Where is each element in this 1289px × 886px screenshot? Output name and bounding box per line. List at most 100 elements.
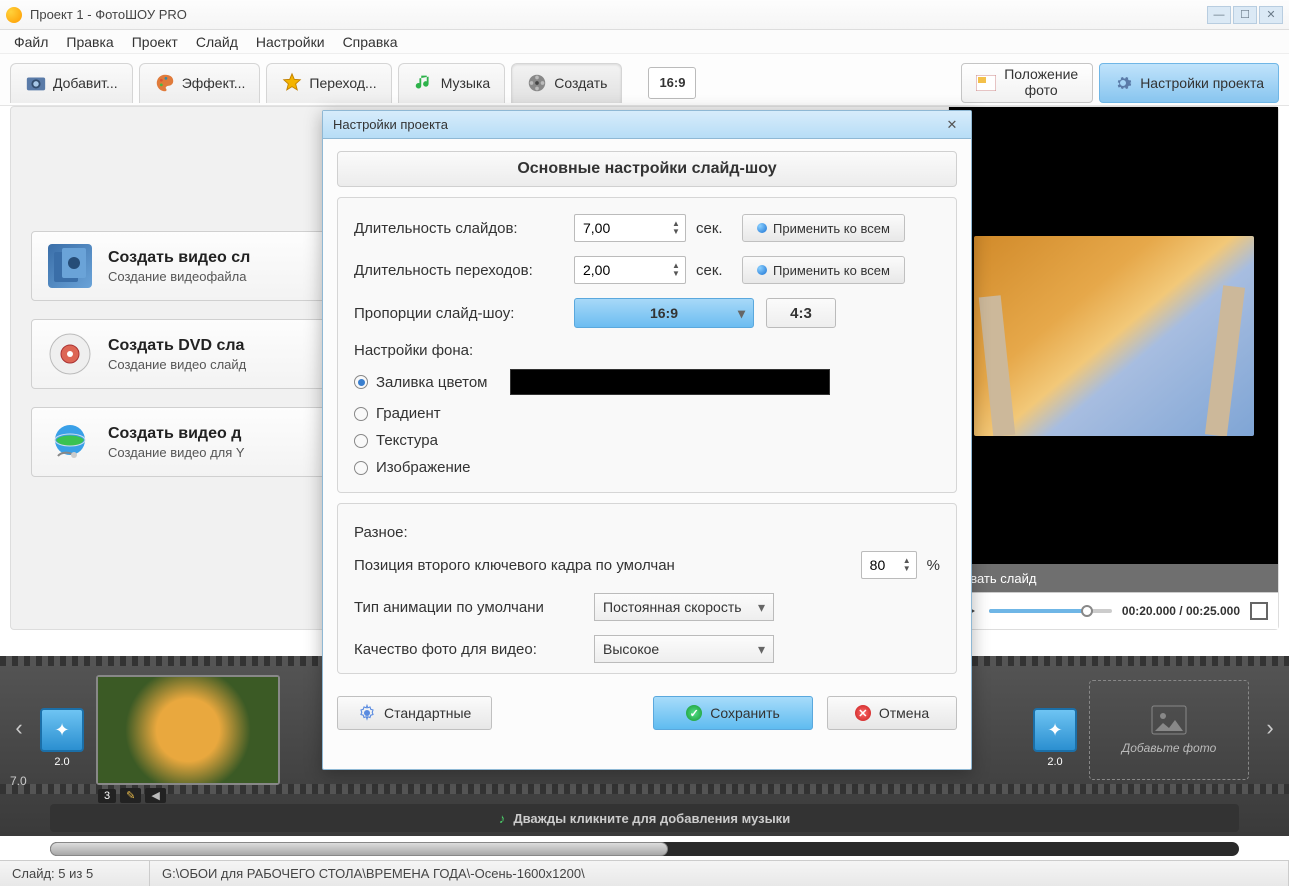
minimize-button[interactable]: —: [1207, 6, 1231, 24]
timeline-slide-thumb[interactable]: 3 ✎ ◀: [96, 675, 280, 785]
stepper-down-icon[interactable]: ▼: [902, 565, 912, 573]
cross-icon: ✕: [855, 705, 871, 721]
add-slide-label: Добавьте фото: [1122, 741, 1217, 755]
preview-controls: 00:20.000 / 00:25.000: [949, 592, 1278, 629]
apply-icon: [757, 223, 767, 233]
stepper-down-icon[interactable]: ▼: [671, 270, 681, 278]
close-button[interactable]: ✕: [1259, 6, 1283, 24]
transition-chip[interactable]: 2.0: [40, 708, 84, 752]
bg-gradient-radio[interactable]: Градиент: [354, 405, 940, 422]
fill-color-swatch[interactable]: [510, 369, 830, 395]
tab-create[interactable]: Создать: [511, 63, 622, 103]
create-video-sub: Создание видеофайла: [108, 269, 250, 284]
fullscreen-button[interactable]: [1250, 602, 1268, 620]
time-display: 00:20.000 / 00:25.000: [1122, 604, 1240, 618]
misc-panel: Разное: Позиция второго ключевого кадра …: [337, 503, 957, 674]
edit-slide-button[interactable]: овать слайд: [949, 564, 1278, 592]
bg-fill-radio[interactable]: Заливка цветом: [354, 369, 940, 395]
reel-icon: [526, 72, 548, 94]
aspect-16-9-button[interactable]: 16:9: [574, 298, 754, 328]
photo-position-icon: [976, 75, 996, 91]
save-button[interactable]: ✓Сохранить: [653, 696, 813, 730]
menu-edit[interactable]: Правка: [66, 34, 113, 50]
music-note-icon: [413, 72, 435, 94]
transition-chip[interactable]: 2.0: [1033, 708, 1077, 752]
stepper-down-icon[interactable]: ▼: [671, 228, 681, 236]
window-controls: — ☐ ✕: [1207, 6, 1283, 24]
radio-icon: [354, 434, 368, 448]
defaults-button[interactable]: Стандартные: [337, 696, 492, 730]
camera-icon: [25, 72, 47, 94]
default-animation-label: Тип анимации по умолчани: [354, 599, 584, 616]
create-video-title: Создать видео сл: [108, 249, 250, 267]
menu-settings[interactable]: Настройки: [256, 34, 325, 50]
dvd-disc-icon: [48, 332, 92, 376]
background-header: Настройки фона:: [354, 342, 940, 359]
window-titlebar: Проект 1 - ФотоШОУ PRO — ☐ ✕: [0, 0, 1289, 30]
menubar: Файл Правка Проект Слайд Настройки Справ…: [0, 30, 1289, 54]
aspect-4-3-button[interactable]: 4:3: [766, 298, 836, 328]
misc-header: Разное:: [354, 524, 940, 541]
tab-add[interactable]: Добавит...: [10, 63, 133, 103]
slide-index-badge: 3: [98, 789, 116, 803]
preview-pane: овать слайд 00:20.000 / 00:25.000: [948, 107, 1278, 629]
apply-slide-duration-all[interactable]: Применить ко всем: [742, 214, 905, 242]
slide-duration-field[interactable]: [583, 220, 653, 236]
bg-texture-radio[interactable]: Текстура: [354, 432, 940, 449]
prev-slide-duration: 7.0: [10, 774, 27, 788]
video-file-icon: [48, 244, 92, 288]
photo-position-button[interactable]: Положение фото: [961, 63, 1093, 103]
check-icon: ✓: [686, 705, 702, 721]
tab-music[interactable]: Музыка: [398, 63, 506, 103]
transition-duration-input[interactable]: ▲▼: [574, 256, 686, 284]
photo-quality-select[interactable]: Высокое: [594, 635, 774, 663]
timeline-prev[interactable]: ‹: [8, 706, 30, 750]
menu-project[interactable]: Проект: [132, 34, 178, 50]
create-dvd-title: Создать DVD сла: [108, 337, 246, 355]
slide-edit-icon[interactable]: ✎: [120, 788, 141, 803]
keyframe-position-field[interactable]: [870, 557, 898, 573]
maximize-button[interactable]: ☐: [1233, 6, 1257, 24]
menu-help[interactable]: Справка: [343, 34, 398, 50]
default-animation-select[interactable]: Постоянная скорость: [594, 593, 774, 621]
cancel-button[interactable]: ✕Отмена: [827, 696, 957, 730]
timeline-next[interactable]: ›: [1259, 706, 1281, 750]
project-settings-button[interactable]: Настройки проекта: [1099, 63, 1279, 103]
music-note-icon: ♪: [499, 811, 506, 826]
preview-canvas: [949, 107, 1278, 564]
window-title: Проект 1 - ФотоШОУ PRO: [30, 7, 187, 22]
dialog-close-button[interactable]: ✕: [943, 116, 961, 134]
add-slide-placeholder[interactable]: Добавьте фото: [1089, 680, 1249, 780]
slide-collapse-icon[interactable]: ◀: [145, 788, 165, 803]
star-icon: [281, 72, 303, 94]
menu-slide[interactable]: Слайд: [196, 34, 238, 50]
keyframe-position-input[interactable]: ▲▼: [861, 551, 917, 579]
dialog-titlebar[interactable]: Настройки проекта ✕: [323, 111, 971, 139]
music-track-placeholder[interactable]: ♪ Дважды кликните для добавления музыки: [50, 804, 1239, 832]
main-tabbar: Добавит... Эффект... Переход... Музыка С…: [0, 54, 1289, 106]
apply-transition-duration-all[interactable]: Применить ко всем: [742, 256, 905, 284]
apply-icon: [757, 265, 767, 275]
slide-duration-input[interactable]: ▲▼: [574, 214, 686, 242]
aspect-indicator[interactable]: 16:9: [648, 67, 696, 99]
seek-slider[interactable]: [989, 609, 1112, 613]
dialog-button-row: Стандартные ✓Сохранить ✕Отмена: [323, 696, 971, 742]
statusbar: Слайд: 5 из 5 G:\ОБОИ для РАБОЧЕГО СТОЛА…: [0, 860, 1289, 886]
create-web-title: Создать видео д: [108, 425, 245, 443]
create-web-sub: Создание видео для Y: [108, 445, 245, 460]
globe-icon: [48, 420, 92, 464]
timeline-scrollbar[interactable]: [50, 842, 1239, 856]
tab-effects[interactable]: Эффект...: [139, 63, 261, 103]
dialog-heading: Основные настройки слайд-шоу: [337, 151, 957, 187]
status-slide-count: Слайд: 5 из 5: [0, 861, 150, 886]
bg-image-radio[interactable]: Изображение: [354, 459, 940, 476]
radio-icon: [354, 461, 368, 475]
gear-icon: [1114, 74, 1132, 92]
transition-duration-field[interactable]: [583, 262, 653, 278]
tab-add-label: Добавит...: [53, 75, 118, 91]
tab-transitions[interactable]: Переход...: [266, 63, 391, 103]
duration-panel: Длительность слайдов: ▲▼ сек. Применить …: [337, 197, 957, 493]
project-settings-label: Настройки проекта: [1140, 75, 1264, 91]
keyframe-position-label: Позиция второго ключевого кадра по умолч…: [354, 557, 851, 574]
menu-file[interactable]: Файл: [14, 34, 48, 50]
